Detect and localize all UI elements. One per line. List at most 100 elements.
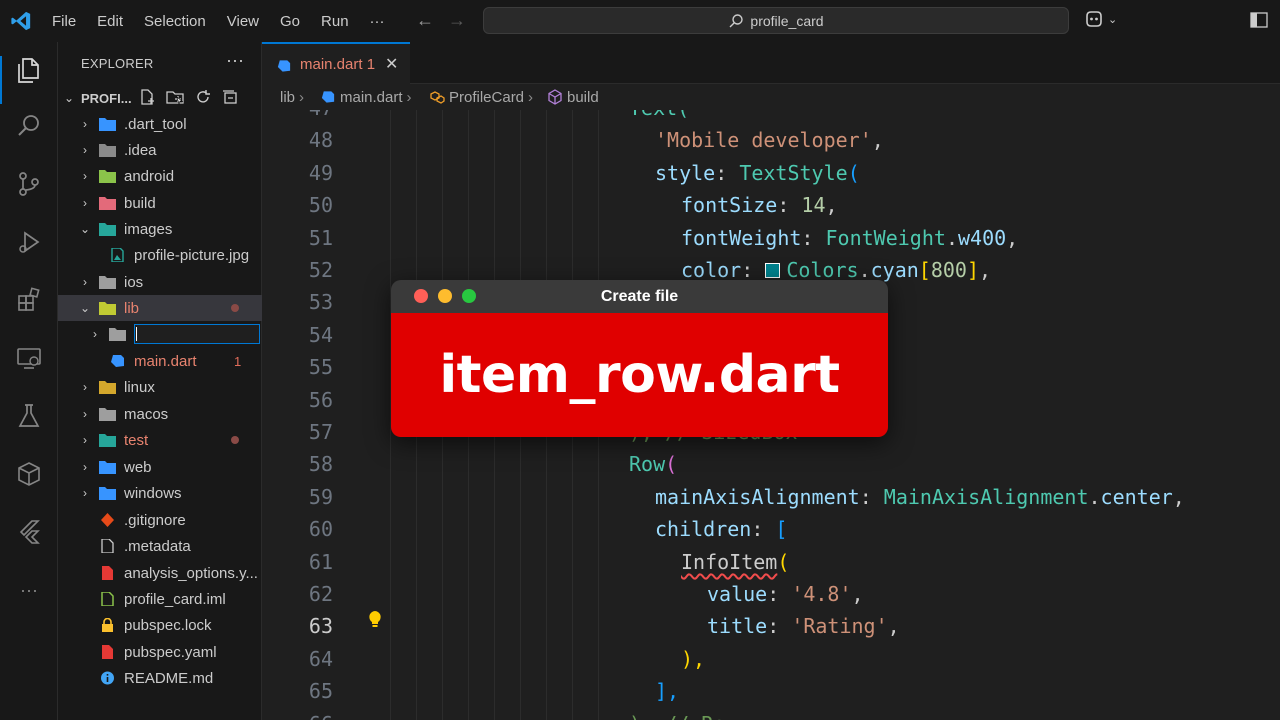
tab-main-dart[interactable]: main.dart 1 ✕ <box>262 42 410 84</box>
source-control-icon[interactable] <box>15 170 43 198</box>
menu-go[interactable]: Go <box>280 13 300 30</box>
tree-file-metadata[interactable]: .metadata <box>58 533 262 559</box>
line-number: 61 <box>308 550 333 574</box>
remote-explorer-icon[interactable] <box>15 344 43 372</box>
lightbulb-icon[interactable] <box>367 610 383 628</box>
new-folder-icon[interactable] <box>165 88 185 106</box>
search-view-icon[interactable] <box>15 112 43 140</box>
tree-item-label: macos <box>124 405 169 423</box>
line-number: 50 <box>308 193 333 217</box>
collapse-all-icon[interactable] <box>221 88 239 106</box>
more-views-icon[interactable]: ··· <box>15 576 43 604</box>
chevron-down-icon: ⌄ <box>79 222 91 236</box>
tree-file-pubspec-lock[interactable]: pubspec.lock <box>58 612 262 638</box>
folder-lib-icon <box>99 302 116 315</box>
tree-folder-idea[interactable]: › .idea <box>58 137 262 163</box>
tree-item-label: .idea <box>124 141 157 159</box>
tree-file-pubspec-yaml[interactable]: pubspec.yaml <box>58 639 262 665</box>
tree-file-readme[interactable]: README.md <box>58 665 262 691</box>
tree-item-label: profile-picture.jpg <box>134 246 250 264</box>
line-number: 62 <box>308 582 333 606</box>
layout-toggle-icon[interactable] <box>1250 12 1268 28</box>
new-file-icon[interactable] <box>138 88 156 106</box>
line-number: 47 <box>262 110 333 120</box>
new-name-input[interactable] <box>134 324 260 344</box>
tree-folder-images[interactable]: ⌄ images <box>58 216 262 242</box>
tree-folder-windows[interactable]: › windows <box>58 480 262 506</box>
containers-icon[interactable] <box>15 460 43 488</box>
project-actions <box>138 88 239 106</box>
tree-folder-ios[interactable]: › ios <box>58 269 262 295</box>
folder-images-icon <box>99 223 116 236</box>
tree-file-iml[interactable]: profile_card.iml <box>58 586 262 612</box>
line-number: 65 <box>308 679 333 703</box>
forward-arrow-icon[interactable]: → <box>448 10 466 31</box>
yaml-file-icon <box>102 645 113 659</box>
lock-icon <box>102 618 113 632</box>
tree-folder-web[interactable]: › web <box>58 454 262 480</box>
tree-file-analysis-options[interactable]: analysis_options.y... <box>58 560 262 586</box>
tree-file-profile-picture[interactable]: profile-picture.jpg <box>58 242 262 268</box>
dart-file-icon <box>321 91 335 103</box>
tree-folder-macos[interactable]: › macos <box>58 401 262 427</box>
breadcrumb-class[interactable]: ProfileCard › <box>429 89 533 106</box>
title-bar: File Edit Selection View Go Run ··· ← → … <box>0 0 1280 42</box>
explorer-more-icon[interactable]: ··· <box>226 50 244 71</box>
tree-folder-dart-tool[interactable]: › .dart_tool <box>58 111 262 137</box>
project-header[interactable]: ⌄ PROFI... <box>58 86 262 110</box>
project-name: PROFI... <box>81 90 132 106</box>
tree-folder-build[interactable]: › build <box>58 190 262 216</box>
copilot-button[interactable]: ⌄ <box>1084 10 1117 28</box>
code-line: children: [ <box>655 517 788 541</box>
line-number: 53 <box>308 290 333 314</box>
folder-icon <box>99 144 116 157</box>
line-number: 51 <box>308 226 333 250</box>
menu-run[interactable]: Run <box>321 13 349 30</box>
tree-folder-lib[interactable]: ⌄ lib <box>58 295 262 321</box>
tree-new-folder-row[interactable]: › <box>58 321 262 347</box>
editor-tabs: main.dart 1 ✕ <box>262 42 1280 84</box>
explorer-sidebar: EXPLORER ··· ⌄ PROFI... › .dart_tool › .… <box>58 42 262 720</box>
line-number: 59 <box>308 485 333 509</box>
run-debug-icon[interactable] <box>15 228 43 256</box>
testing-icon[interactable] <box>15 402 43 430</box>
close-icon[interactable]: ✕ <box>385 54 398 74</box>
menu-selection[interactable]: Selection <box>144 13 206 30</box>
color-swatch[interactable] <box>765 263 781 278</box>
line-number: 56 <box>308 388 333 412</box>
menu-more[interactable]: ··· <box>370 13 385 30</box>
chevron-right-icon: › <box>93 327 97 341</box>
tree-item-label: test <box>124 431 149 449</box>
tree-item-label: profile_card.iml <box>124 590 226 608</box>
tree-item-label: main.dart <box>134 352 197 370</box>
extensions-icon[interactable] <box>15 286 43 314</box>
back-arrow-icon[interactable]: ← <box>416 10 434 31</box>
problem-count-badge: 1 <box>234 353 242 369</box>
code-line: 'Mobile developer', <box>655 128 884 152</box>
tree-folder-linux[interactable]: › linux <box>58 374 262 400</box>
tree-folder-android[interactable]: › android <box>58 163 262 189</box>
flutter-icon[interactable] <box>15 518 43 546</box>
breadcrumb-folder[interactable]: lib › <box>280 89 304 106</box>
git-file-icon <box>101 513 114 527</box>
command-center-search[interactable]: profile_card <box>483 7 1069 34</box>
chevron-down-icon: ⌄ <box>63 91 75 105</box>
chevron-right-icon: › <box>83 169 87 183</box>
menu-file[interactable]: File <box>52 13 76 30</box>
tree-file-main-dart[interactable]: main.dart 1 <box>58 348 262 374</box>
code-line: fontSize: 14, <box>681 193 838 217</box>
breadcrumb-file[interactable]: main.dart › <box>320 89 412 106</box>
refresh-icon[interactable] <box>194 88 212 106</box>
chevron-right-icon: › <box>83 380 87 394</box>
line-number: 66 <box>262 712 333 720</box>
tree-file-gitignore[interactable]: .gitignore <box>58 507 262 533</box>
explorer-icon[interactable] <box>15 56 43 84</box>
menu-edit[interactable]: Edit <box>97 13 123 30</box>
folder-build-icon <box>99 197 116 210</box>
menu-view[interactable]: View <box>227 13 259 30</box>
folder-ios-icon <box>99 276 116 289</box>
active-view-indicator <box>0 56 2 104</box>
tree-folder-test[interactable]: › test <box>58 427 262 453</box>
tree-item-label: windows <box>124 484 182 502</box>
breadcrumb-method[interactable]: build <box>547 89 599 106</box>
